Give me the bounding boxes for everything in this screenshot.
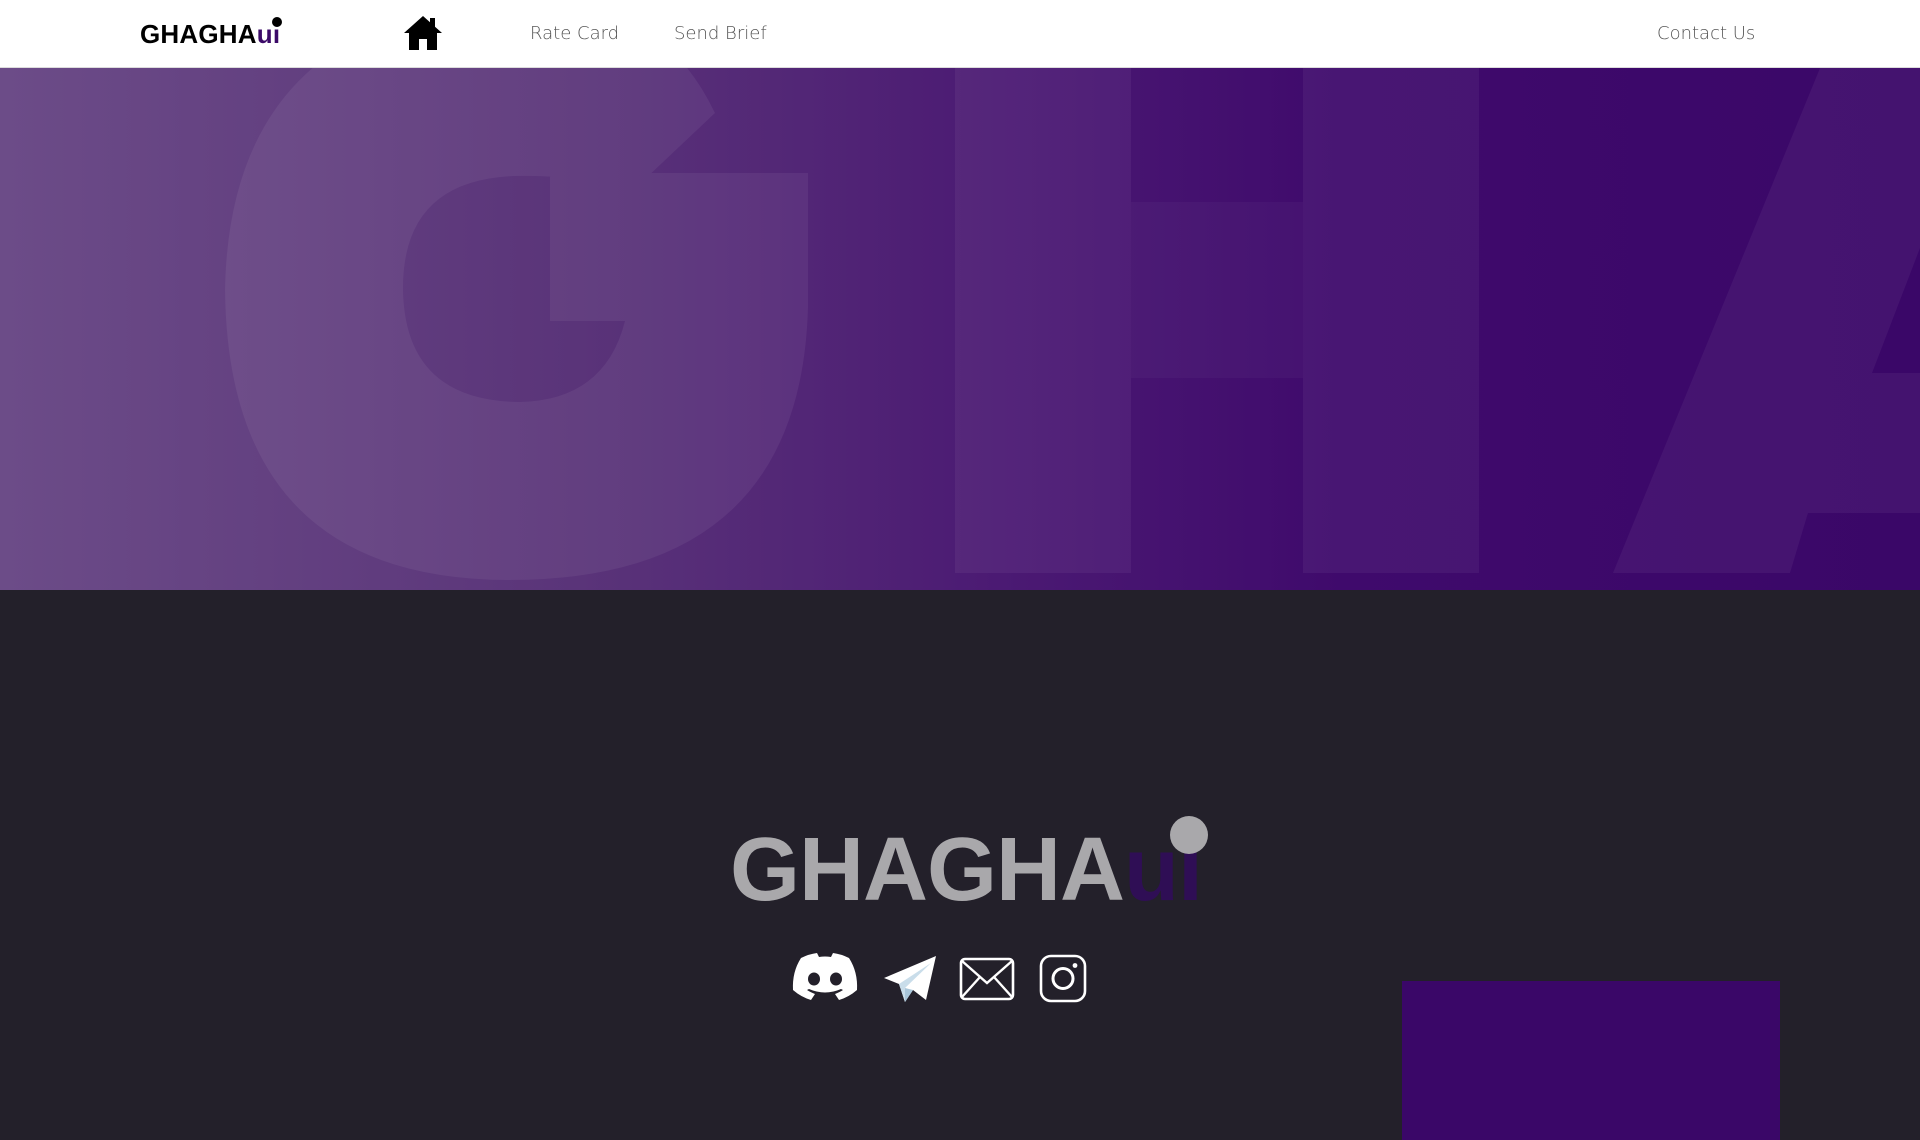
telegram-link[interactable]	[882, 950, 938, 1006]
footer-logo: GHAGHAui	[730, 816, 1208, 920]
instagram-icon	[1039, 954, 1087, 1003]
discord-icon	[792, 953, 858, 1000]
home-icon	[404, 16, 442, 50]
brand-logo[interactable]: GHAGHAui	[140, 16, 283, 52]
telegram-icon	[884, 956, 936, 1002]
footer-logo-main: GHAGHA	[730, 820, 1125, 920]
footer-logo-dot	[1169, 816, 1208, 854]
watermark-letter-h-right	[1303, 68, 1479, 573]
hero-banner	[0, 68, 1920, 590]
brand-logo-dot	[272, 17, 283, 27]
nav-link-rate-card[interactable]: Rate Card	[530, 22, 619, 46]
watermark-letter-a	[1613, 68, 1920, 573]
discord-link[interactable]	[790, 950, 860, 1006]
email-link[interactable]	[958, 950, 1016, 1006]
top-navbar: GHAGHAui Rate Card Send Brief Contact Us	[0, 0, 1920, 68]
instagram-link[interactable]	[1038, 950, 1088, 1006]
nav-link-contact-us[interactable]: Contact Us	[1657, 22, 1755, 46]
brand-logo-main: GHAGHA	[140, 19, 257, 49]
home-button[interactable]	[402, 14, 444, 52]
watermark-letter-h-bar	[1131, 202, 1303, 378]
nav-link-send-brief[interactable]: Send Brief	[674, 22, 767, 46]
hero-watermark-letters	[225, 68, 1920, 580]
watermark-letter-g	[225, 68, 808, 580]
watermark-letter-h-left	[955, 68, 1131, 573]
footer: GHAGHAui	[0, 590, 1920, 1140]
decorative-purple-block	[1402, 981, 1780, 1140]
mail-icon	[959, 957, 1015, 1001]
